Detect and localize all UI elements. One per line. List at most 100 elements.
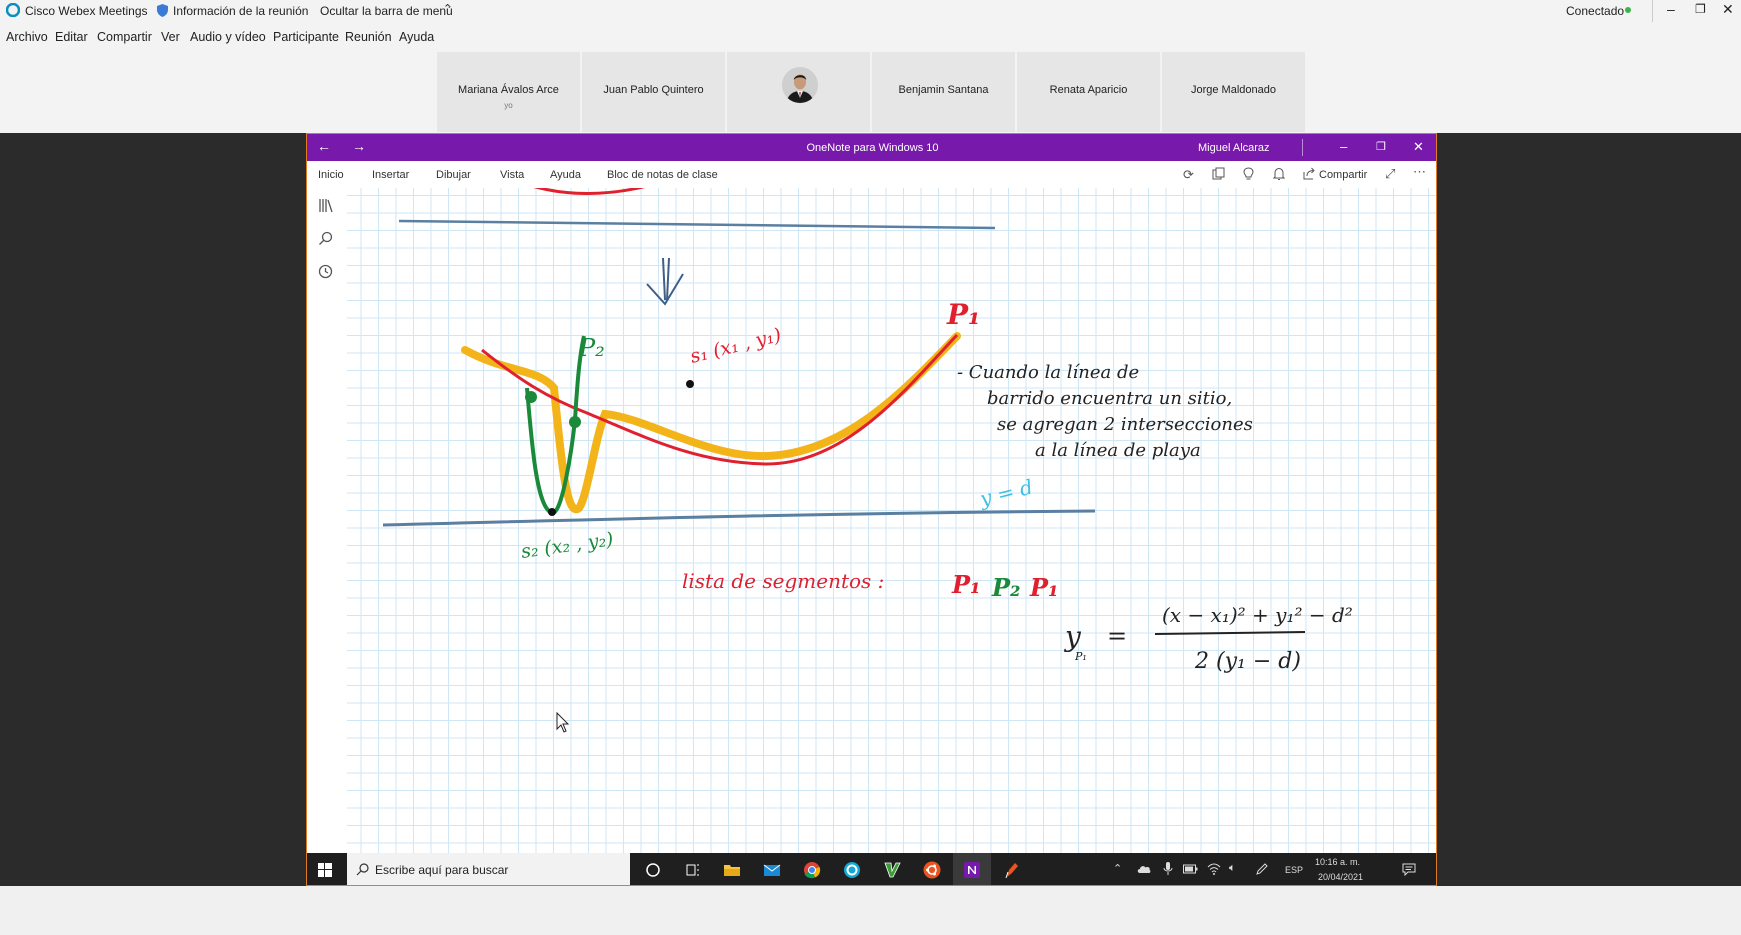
note-canvas[interactable]: P₁ P₂ s₁ (x₁ , y₁) s₂ (x₂ , y₂) - Cuando… — [347, 188, 1436, 853]
ink-note-line: se agregan 2 intersecciones — [997, 414, 1253, 435]
vim-icon[interactable] — [883, 861, 901, 879]
ink-fraction-bar — [1154, 631, 1306, 635]
ink-drawing: P₁ P₂ s₁ (x₁ , y₁) s₂ (x₂ , y₂) - Cuando… — [382, 188, 1353, 733]
tab-bloc-de-notas[interactable]: Bloc de notas de clase — [607, 169, 718, 181]
ink-segments-label: lista de segmentos : — [682, 569, 884, 593]
ink-note-line: barrido encuentra un sitio, — [987, 388, 1232, 409]
shield-icon — [157, 4, 168, 20]
ink-label-p2: P₂ — [578, 334, 605, 362]
menu-compartir[interactable]: Compartir — [97, 30, 152, 44]
chrome-icon[interactable] — [803, 861, 821, 879]
notifications-icon[interactable] — [1402, 863, 1416, 878]
participant-tile[interactable] — [727, 52, 870, 132]
tab-insertar[interactable]: Insertar — [372, 169, 409, 181]
menu-participante[interactable]: Participante — [273, 30, 339, 44]
minimize-icon[interactable]: – — [1667, 1, 1675, 17]
webex-logo-icon — [5, 2, 21, 20]
bell-icon[interactable] — [1272, 167, 1286, 183]
tab-dibujar[interactable]: Dibujar — [436, 169, 471, 181]
ink-site-s1 — [686, 380, 694, 388]
ink-site-s2 — [548, 508, 556, 516]
volume-icon[interactable]: 🔈︎ — [1229, 862, 1236, 875]
ink-formula-lhs: y — [1063, 620, 1082, 653]
participant-name: Jorge Maldonado — [1190, 84, 1276, 96]
user-name[interactable]: Miguel Alcaraz — [1198, 142, 1270, 154]
search-icon[interactable] — [318, 231, 333, 251]
shared-screen-background — [0, 133, 306, 886]
menu-ver[interactable]: Ver — [161, 30, 180, 44]
close-icon[interactable]: ✕ — [1413, 139, 1424, 155]
shared-screen-background — [1437, 133, 1741, 886]
participant-tile[interactable]: Renata Aparicio — [1017, 52, 1160, 132]
participant-tile[interactable]: Jorge Maldonado — [1162, 52, 1305, 132]
participant-tile[interactable]: Benjamin Santana — [872, 52, 1015, 132]
tab-ayuda[interactable]: Ayuda — [550, 169, 581, 181]
file-explorer-icon[interactable] — [723, 861, 741, 879]
menu-archivo[interactable]: Archivo — [6, 30, 48, 44]
notebooks-icon[interactable] — [318, 198, 334, 218]
mouse-cursor-icon — [556, 711, 570, 733]
taskbar-date[interactable]: 20/04/2021 — [1318, 872, 1363, 882]
ubuntu-icon[interactable] — [923, 861, 941, 879]
participant-name: Benjamin Santana — [898, 84, 989, 96]
ink-red-arc — [533, 188, 645, 195]
lightbulb-icon[interactable] — [1243, 167, 1254, 184]
more-options-icon[interactable]: ⋯ — [1413, 164, 1426, 180]
search-icon — [356, 863, 369, 879]
pages-icon[interactable] — [1212, 167, 1225, 183]
tab-vista[interactable]: Vista — [500, 169, 524, 181]
menu-ayuda[interactable]: Ayuda — [399, 30, 434, 44]
show-hidden-icons-icon[interactable]: ⌃ — [1113, 862, 1122, 875]
title-divider — [1652, 0, 1653, 22]
share-button[interactable]: Compartir — [1319, 169, 1367, 181]
onenote-title-bar: ← → OneNote para Windows 10 Miguel Alcar… — [307, 134, 1436, 161]
ink-label-s2: s₂ (x₂ , y₂) — [520, 528, 615, 563]
ink-formula-denominator: 2 (y₁ − d) — [1194, 649, 1301, 674]
taskbar-time[interactable]: 10:16 a. m. — [1315, 857, 1360, 867]
meeting-info-button[interactable]: Información de la reunión — [173, 4, 308, 18]
minimize-icon[interactable]: – — [1340, 139, 1347, 154]
menu-reunion[interactable]: Reunión — [345, 30, 392, 44]
microphone-icon[interactable] — [1163, 862, 1173, 878]
wifi-icon[interactable] — [1207, 863, 1221, 877]
onenote-ribbon: Inicio Insertar Dibujar Vista Ayuda Bloc… — [307, 161, 1436, 189]
connected-dot-icon — [1625, 7, 1631, 13]
title-divider — [1302, 139, 1303, 156]
pen-app-icon[interactable] — [1003, 861, 1021, 879]
ink-sweep-line — [382, 509, 1096, 527]
chevron-up-icon[interactable]: ⌃ — [443, 2, 452, 15]
tab-inicio[interactable]: Inicio — [318, 169, 344, 181]
webex-taskbar-icon[interactable] — [843, 861, 861, 879]
language-indicator[interactable]: ESP — [1285, 865, 1303, 875]
close-icon[interactable]: ✕ — [1722, 1, 1734, 18]
hide-menu-button[interactable]: Ocultar la barra de menú — [320, 4, 453, 18]
menu-audio-video[interactable]: Audio y vídeo — [190, 30, 266, 44]
ink-label-s1: s₁ (x₁ , y₁) — [688, 324, 784, 368]
participant-tile[interactable]: Mariana Ávalos Arce yo — [437, 52, 580, 132]
onenote-taskbar-icon[interactable] — [963, 861, 981, 879]
pen-workspace-icon[interactable] — [1255, 863, 1268, 878]
mail-icon[interactable] — [763, 861, 781, 879]
webex-bottom-area — [0, 886, 1741, 935]
onenote-window: ← → OneNote para Windows 10 Miguel Alcar… — [306, 133, 1437, 886]
recent-clock-icon[interactable] — [318, 264, 333, 284]
participant-tile[interactable]: Juan Pablo Quintero — [582, 52, 725, 132]
share-icon[interactable] — [1303, 167, 1316, 183]
ink-note-line: - Cuando la línea de — [957, 362, 1139, 383]
cortana-icon[interactable] — [644, 861, 662, 879]
restore-icon[interactable]: ❐ — [1695, 2, 1706, 16]
participant-name: Renata Aparicio — [1049, 84, 1128, 96]
fullscreen-icon[interactable]: ⤢ — [1385, 166, 1395, 182]
battery-icon[interactable] — [1183, 864, 1198, 876]
onedrive-icon[interactable] — [1137, 864, 1151, 876]
menu-editar[interactable]: Editar — [55, 30, 88, 44]
webex-header: Cisco Webex Meetings Información de la r… — [0, 0, 1741, 133]
ink-intersection-point — [569, 416, 581, 428]
windows-start-icon[interactable] — [318, 863, 332, 882]
restore-icon[interactable]: ❐ — [1376, 140, 1386, 153]
task-view-icon[interactable] — [684, 861, 702, 879]
taskbar-search-box[interactable]: Escribe aquí para buscar — [347, 853, 630, 885]
sync-icon[interactable]: ⟳ — [1183, 167, 1194, 183]
ink-formula-numerator: (x − x₁)² + y₁² − d² — [1162, 603, 1353, 627]
ink-intersection-point — [525, 391, 537, 403]
